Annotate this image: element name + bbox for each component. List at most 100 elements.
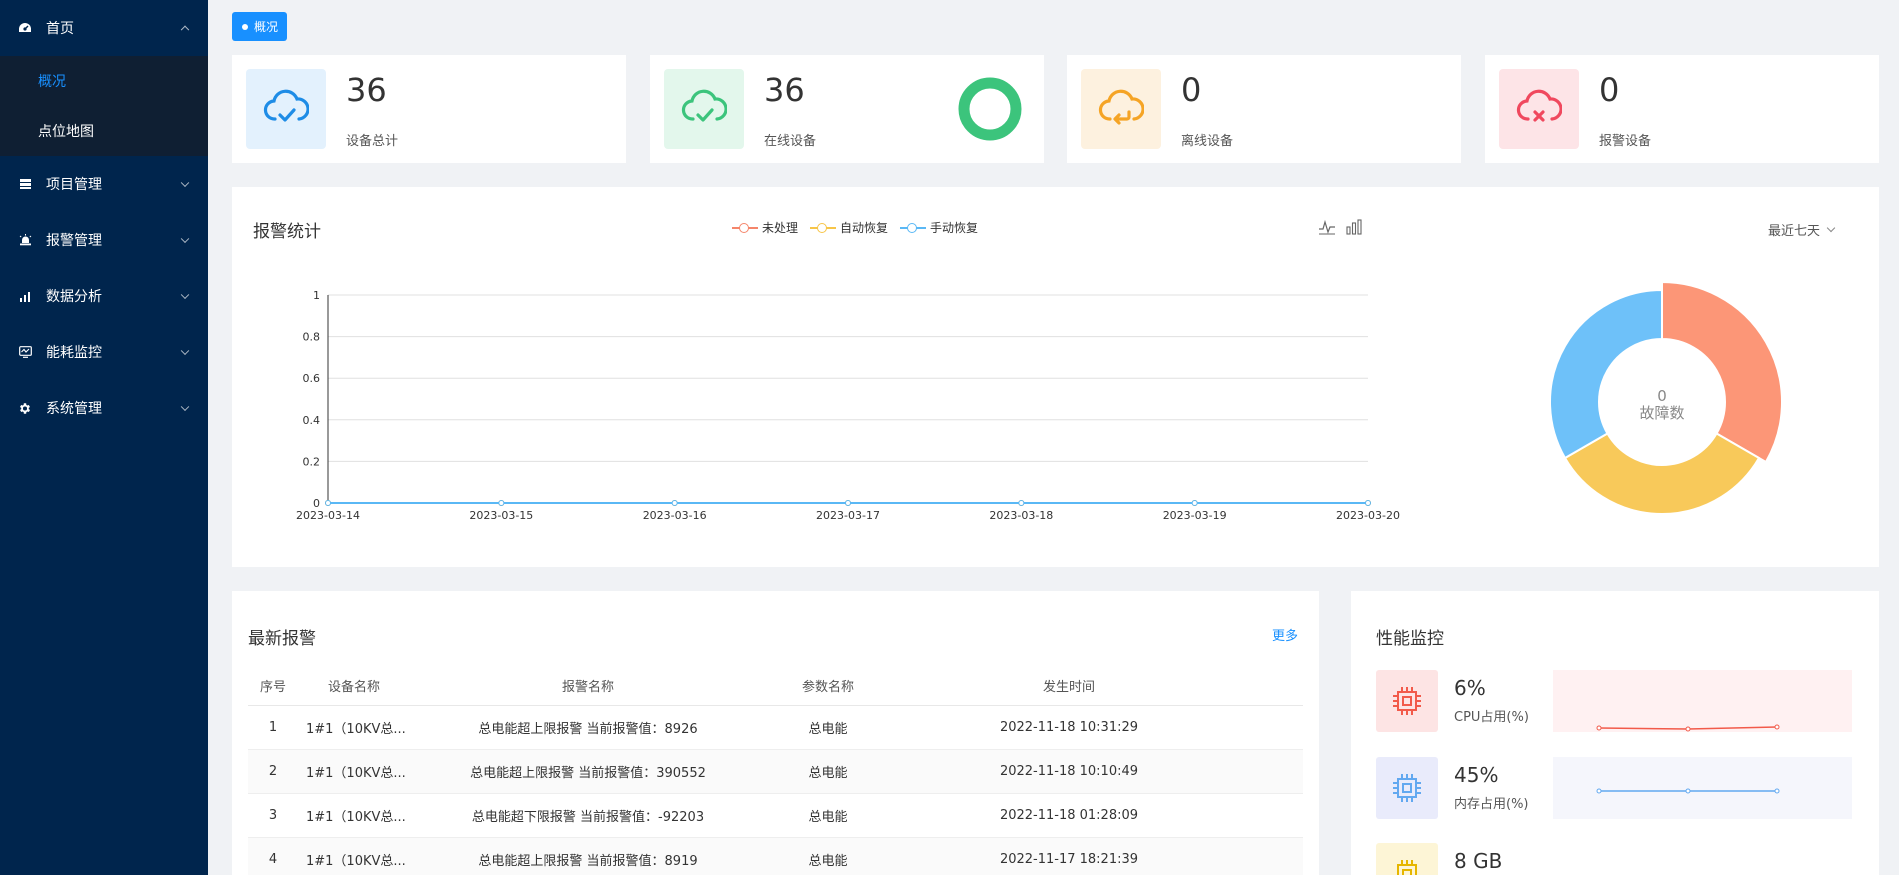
legend-item[interactable]: 自动恢复 — [810, 219, 888, 236]
perf-value: 8 GB — [1454, 849, 1503, 873]
cell-alarm-name: 总电能超上限报警 当前报警值：8926 — [478, 722, 698, 737]
alarm-line-chart: 00.20.40.60.812023-03-14 2023-03-15 2023-0… — [296, 289, 1400, 522]
legend-swatch — [732, 222, 758, 233]
stat-label: 设备总计 — [346, 134, 399, 149]
menu-item-alarm[interactable]: 报警管理 — [0, 212, 208, 268]
y-tick-label: 0.2 — [303, 455, 321, 468]
alarm-icon — [18, 233, 32, 247]
x-tick-label: 2023-03-16 — [643, 509, 707, 522]
stat-value: 36 — [764, 71, 805, 109]
sparkline-point — [1685, 788, 1691, 794]
cell-index: 3 — [268, 808, 278, 823]
cell-device: 1#1（10KV总... — [306, 810, 406, 825]
cell-device: 1#1（10KV总... — [306, 766, 406, 781]
cell-param: 总电能 — [808, 722, 848, 737]
more-link[interactable]: 更多 — [1272, 625, 1298, 644]
table-row[interactable]: 1 1#1（10KV总... 总电能超上限报警 当前报警值：8926 总电能 2… — [248, 706, 1303, 750]
stat-value: 0 — [1181, 71, 1202, 109]
online-ratio-ring — [958, 77, 1022, 141]
sparkline-point — [1774, 724, 1780, 730]
cpu-chip-icon — [1376, 670, 1438, 732]
stat-card-alarm: 0 报警设备 — [1485, 55, 1879, 163]
x-tick-label: 2023-03-17 — [816, 509, 880, 522]
menu-item-system[interactable]: 系统管理 — [0, 380, 208, 436]
legend-item[interactable]: 手动恢复 — [900, 219, 978, 236]
stat-value: 0 — [1599, 71, 1620, 109]
alarm-table: 序号 设备名称 报警名称 参数名称 发生时间 1 1#1（10KV总... 总电… — [248, 666, 1303, 875]
table-row[interactable]: 4 1#1（10KV总... 总电能超上限报警 当前报警值：8919 总电能 2… — [248, 838, 1303, 875]
chevron-down-icon — [180, 234, 190, 244]
sparkline-point — [1596, 725, 1602, 731]
cell-alarm-name: 总电能超上限报警 当前报警值：8919 — [478, 854, 698, 869]
chevron-down-icon — [1826, 223, 1836, 232]
data-point — [845, 500, 851, 506]
project-icon — [18, 177, 32, 191]
energy-monitor-icon — [18, 345, 32, 359]
stat-value: 36 — [346, 71, 387, 109]
sub-item-overview[interactable]: 概况 — [0, 56, 208, 106]
sparkline-bg — [1553, 670, 1852, 732]
perf-item-cpu: 6% CPU占用(%) — [1376, 670, 1852, 732]
menu-label-energy: 能耗监控 — [46, 345, 102, 361]
cell-time: 2022-11-17 18:21:39 — [999, 852, 1139, 867]
legend-label: 未处理 — [762, 221, 799, 235]
stat-card-total: 36 设备总计 — [232, 55, 626, 163]
data-point — [325, 500, 331, 506]
x-tick-label: 2023-03-20 — [1336, 509, 1400, 522]
menu-item-home[interactable]: 首页 — [0, 0, 208, 56]
line-chart-toggle-icon[interactable] — [1318, 218, 1336, 236]
cell-time: 2022-11-18 10:10:49 — [999, 764, 1139, 779]
gear-icon — [18, 401, 32, 415]
legend-swatch — [810, 222, 837, 233]
cloud-check-icon — [246, 69, 326, 149]
legend-item[interactable]: 未处理 — [732, 219, 798, 236]
col-header: 设备名称 — [328, 680, 381, 695]
table-row[interactable]: 3 1#1（10KV总... 总电能超下限报警 当前报警值：-92203 总电能… — [248, 794, 1303, 838]
range-select[interactable]: 最近七天 — [1768, 220, 1836, 239]
perf-value: 6% — [1454, 676, 1486, 700]
perf-item-disk: 8 GB — [1376, 843, 1852, 875]
data-point — [1365, 500, 1371, 506]
donut-slice[interactable] — [1563, 432, 1761, 515]
memory-sparkline — [1553, 757, 1852, 819]
tab-tag-overview[interactable]: 概况 — [232, 12, 288, 41]
legend-swatch — [900, 222, 927, 233]
cell-index: 2 — [268, 764, 278, 779]
perf-value: 45% — [1454, 763, 1499, 787]
stat-card-online: 36 在线设备 — [650, 55, 1044, 163]
cell-device: 1#1（10KV总... — [306, 722, 406, 737]
menu-item-data-analysis[interactable]: 数据分析 — [0, 268, 208, 324]
cloud-check-icon — [664, 69, 744, 149]
menu-label-alarm: 报警管理 — [46, 233, 102, 249]
disk-chip-icon — [1376, 843, 1438, 875]
bar-chart-toggle-icon[interactable] — [1345, 218, 1363, 236]
menu-label-home: 首页 — [46, 21, 74, 37]
range-select-value: 最近七天 — [1768, 224, 1821, 239]
donut-center: 0 故障数 — [1612, 388, 1712, 422]
cpu-sparkline — [1553, 670, 1852, 732]
memory-chip-icon — [1376, 757, 1438, 819]
tag-label: 概况 — [254, 20, 279, 34]
menu-item-project[interactable]: 项目管理 — [0, 156, 208, 212]
cell-index: 4 — [268, 852, 278, 867]
menu-item-energy[interactable]: 能耗监控 — [0, 324, 208, 380]
x-tick-label: 2023-03-19 — [1163, 509, 1227, 522]
chevron-down-icon — [180, 290, 190, 300]
data-point — [1191, 500, 1198, 506]
table-row[interactable]: 2 1#1（10KV总... 总电能超上限报警 当前报警值：390552 总电能… — [248, 750, 1303, 794]
cell-param: 总电能 — [808, 766, 848, 781]
sub-item-point-map[interactable]: 点位地图 — [0, 106, 208, 156]
latest-alarms-title: 最新报警 — [248, 629, 316, 649]
cell-time: 2022-11-18 01:28:09 — [999, 808, 1139, 823]
sidebar: 首页 概况 点位地图 项目管理 报警管理 数据分析 能耗监控 系统管理 — [0, 0, 208, 875]
cell-param: 总电能 — [808, 854, 848, 869]
donut-slice[interactable] — [1661, 280, 1783, 464]
data-point — [671, 500, 678, 506]
stat-card-offline: 0 离线设备 — [1067, 55, 1461, 163]
dashboard-icon — [18, 21, 32, 35]
fault-count-label: 故障数 — [1639, 404, 1685, 422]
cell-time: 2022-11-18 10:31:29 — [999, 720, 1139, 735]
donut-slice[interactable] — [1549, 288, 1663, 460]
stat-label: 在线设备 — [764, 134, 817, 149]
chevron-up-icon — [180, 25, 190, 35]
